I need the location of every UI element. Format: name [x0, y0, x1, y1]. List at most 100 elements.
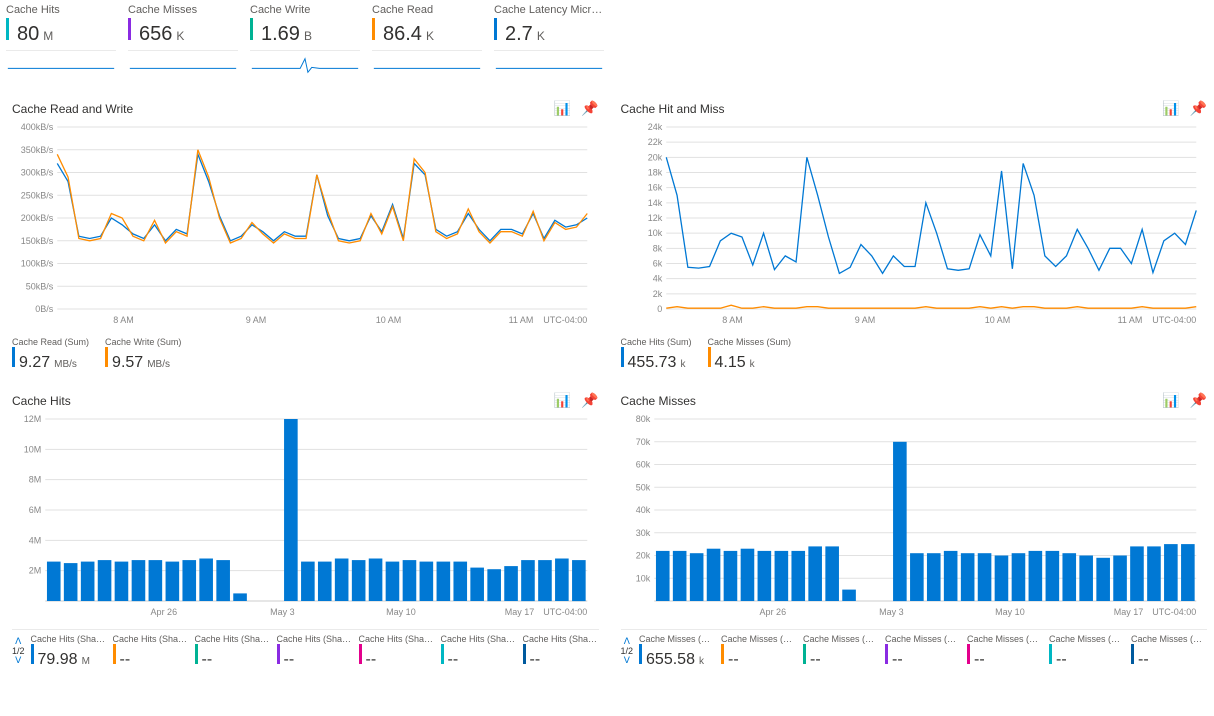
legend-pager[interactable]: ᐱ 1/2 ᐯ [621, 637, 634, 667]
svg-text:4k: 4k [652, 274, 662, 284]
kpi-title: Cache Write [250, 4, 360, 16]
shard-item[interactable]: Cache Hits (Shard 1)... -- [113, 634, 189, 669]
chart-title: Cache Hits [12, 394, 71, 408]
shard-item[interactable]: Cache Misses (Shard ... -- [1131, 634, 1207, 669]
shard-label: Cache Hits (Shard 1)... [113, 634, 189, 644]
svg-text:16k: 16k [647, 183, 662, 193]
legend-readwrite: Cache Read (Sum) 9.27 MB/s Cache Write (… [12, 337, 599, 372]
chevron-down-icon[interactable]: ᐯ [621, 656, 634, 666]
pin-icon[interactable]: 📌 [1190, 392, 1207, 409]
legend-unit: k [750, 359, 755, 370]
shard-value: 655.58 [646, 651, 695, 669]
svg-text:4M: 4M [29, 535, 42, 545]
shard-color-bar [441, 644, 444, 664]
shard-item[interactable]: Cache Hits (Shard 5)... -- [441, 634, 517, 669]
kpi-0[interactable]: Cache Hits 80 M [6, 4, 116, 80]
kpi-3[interactable]: Cache Read 86.4 K [372, 4, 482, 80]
bar-chart-icon[interactable]: 📊 [1162, 392, 1179, 409]
svg-text:300kB/s: 300kB/s [21, 168, 54, 178]
shard-value: -- [892, 651, 903, 669]
svg-text:250kB/s: 250kB/s [21, 190, 54, 200]
shard-label: Cache Hits (Shard 5)... [441, 634, 517, 644]
svg-text:400kB/s: 400kB/s [21, 122, 54, 132]
chart-title: Cache Misses [621, 394, 696, 408]
shard-color-bar [721, 644, 724, 664]
kpi-sparkline [6, 50, 116, 80]
kpi-sparkline [372, 50, 482, 80]
legend-item[interactable]: Cache Write (Sum) 9.57 MB/s [105, 337, 181, 372]
bar-chart-icon[interactable]: 📊 [554, 392, 571, 409]
shard-color-bar [277, 644, 280, 664]
bar-chart-icon[interactable]: 📊 [1162, 100, 1179, 117]
legend-label: Cache Misses (Sum) [708, 337, 792, 347]
svg-text:20k: 20k [635, 551, 650, 561]
bar-chart-icon[interactable]: 📊 [554, 100, 571, 117]
svg-text:30k: 30k [635, 528, 650, 538]
legend-color-bar [12, 347, 15, 367]
shard-color-bar [967, 644, 970, 664]
shard-value: -- [202, 651, 213, 669]
legend-pager[interactable]: ᐱ 1/2 ᐯ [12, 637, 25, 667]
svg-text:70k: 70k [635, 437, 650, 447]
shard-item[interactable]: Cache Hits (Shard 6)... -- [523, 634, 599, 669]
svg-text:8 AM: 8 AM [113, 315, 134, 325]
shard-item[interactable]: Cache Misses (Shard ... -- [721, 634, 797, 669]
kpi-title: Cache Latency Microsecor [494, 4, 604, 16]
kpi-4[interactable]: Cache Latency Microsecor 2.7 K [494, 4, 604, 80]
chart-plot-hitmiss: 02k4k6k8k10k12k14k16k18k20k22k24k8 AM9 A… [621, 121, 1208, 331]
pin-icon[interactable]: 📌 [581, 100, 598, 117]
legend-item[interactable]: Cache Read (Sum) 9.27 MB/s [12, 337, 89, 372]
svg-text:10 AM: 10 AM [984, 315, 1010, 325]
kpi-1[interactable]: Cache Misses 656 K [128, 4, 238, 80]
pin-icon[interactable]: 📌 [581, 392, 598, 409]
svg-text:2k: 2k [652, 289, 662, 299]
chevron-down-icon[interactable]: ᐯ [12, 656, 25, 666]
svg-text:8 AM: 8 AM [722, 315, 743, 325]
shard-label: Cache Misses (Shard ... [885, 634, 961, 644]
legend-color-bar [708, 347, 711, 367]
shard-label: Cache Hits (Shard 2)... [195, 634, 271, 644]
svg-text:11 AM: 11 AM [1117, 315, 1142, 325]
shard-item[interactable]: Cache Misses (Shard ... -- [1049, 634, 1125, 669]
svg-text:50k: 50k [635, 482, 650, 492]
svg-text:Apr 26: Apr 26 [759, 607, 786, 617]
legend-unit: MB/s [54, 359, 77, 370]
shard-item[interactable]: Cache Misses (Shard ... -- [885, 634, 961, 669]
shard-item[interactable]: Cache Hits (Shard 0)... 79.98 M [31, 634, 107, 669]
legend-value: 9.27 [19, 354, 50, 372]
chart-read-write: Cache Read and Write 📊 📌 0B/s50kB/s100kB… [6, 96, 605, 378]
shard-item[interactable]: Cache Hits (Shard 2)... -- [195, 634, 271, 669]
shard-label: Cache Misses (Shard ... [967, 634, 1043, 644]
kpi-value: 80 [17, 23, 39, 46]
shard-value: -- [284, 651, 295, 669]
shard-label: Cache Misses (Shard ... [1131, 634, 1207, 644]
legend-item[interactable]: Cache Misses (Sum) 4.15 k [708, 337, 792, 372]
kpi-sparkline [250, 50, 360, 80]
svg-text:40k: 40k [635, 505, 650, 515]
svg-text:10k: 10k [635, 573, 650, 583]
legend-label: Cache Write (Sum) [105, 337, 181, 347]
kpi-title: Cache Misses [128, 4, 238, 16]
shard-value: -- [728, 651, 739, 669]
svg-text:9 AM: 9 AM [246, 315, 267, 325]
svg-text:May 3: May 3 [879, 607, 904, 617]
kpi-value: 656 [139, 23, 172, 46]
shard-item[interactable]: Cache Misses (Shard ... -- [803, 634, 879, 669]
shard-color-bar [359, 644, 362, 664]
svg-text:May 3: May 3 [270, 607, 295, 617]
legend-item[interactable]: Cache Hits (Sum) 455.73 k [621, 337, 692, 372]
pin-icon[interactable]: 📌 [1190, 100, 1207, 117]
svg-text:UTC-04:00: UTC-04:00 [543, 315, 587, 325]
shard-item[interactable]: Cache Misses (Shard ... 655.58 k [639, 634, 715, 669]
shard-item[interactable]: Cache Hits (Shard 3)... -- [277, 634, 353, 669]
kpi-unit: K [537, 29, 545, 43]
shard-item[interactable]: Cache Hits (Shard 4)... -- [359, 634, 435, 669]
svg-text:9 AM: 9 AM [854, 315, 875, 325]
svg-text:2M: 2M [29, 566, 42, 576]
svg-text:150kB/s: 150kB/s [21, 236, 54, 246]
svg-text:UTC-04:00: UTC-04:00 [543, 607, 587, 617]
shard-item[interactable]: Cache Misses (Shard ... -- [967, 634, 1043, 669]
kpi-2[interactable]: Cache Write 1.69 B [250, 4, 360, 80]
svg-text:24k: 24k [647, 122, 662, 132]
shard-color-bar [1131, 644, 1134, 664]
